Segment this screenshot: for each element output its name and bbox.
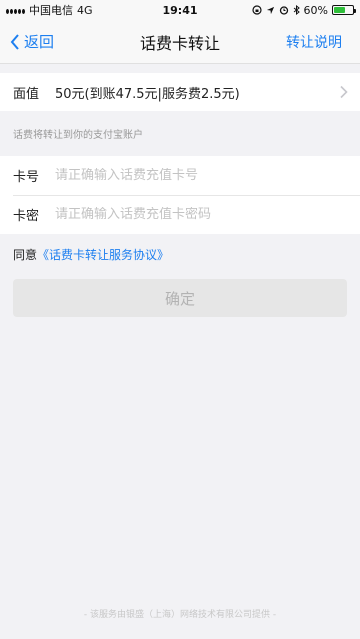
- alarm-icon: [279, 6, 288, 15]
- battery-percent: 60%: [303, 3, 328, 17]
- chevron-right-icon: [340, 85, 348, 99]
- battery-icon: [332, 5, 356, 15]
- network-label: 4G: [77, 3, 93, 17]
- transfer-hint: 话费将转让到你的支付宝账户: [13, 130, 143, 141]
- back-label: 返回: [24, 33, 55, 51]
- bluetooth-icon: [293, 5, 300, 15]
- provider-footer: - 该服务由银盛（上海）网络技术有限公司提供 -: [83, 610, 277, 620]
- agreement-row: 同意《话费卡转让服务协议》: [13, 246, 169, 263]
- nav-bar: 返回 话费卡转让 转让说明: [0, 20, 360, 64]
- card-password-label: 卡密: [13, 209, 40, 224]
- confirm-button[interactable]: 确定: [13, 279, 347, 317]
- card-password-input[interactable]: [55, 207, 315, 222]
- status-bar: 中国电信 4G 19:41 60%: [0, 0, 360, 20]
- card-number-input[interactable]: [55, 168, 315, 183]
- status-right: 60%: [251, 3, 356, 17]
- agreement-link[interactable]: 《话费卡转让服务协议》: [37, 248, 169, 262]
- status-left: 中国电信 4G: [6, 2, 93, 18]
- location-icon: [266, 6, 274, 14]
- back-button[interactable]: 返回: [10, 31, 54, 52]
- agreement-prefix: 同意: [13, 248, 38, 262]
- denomination-label: 面值: [13, 86, 40, 102]
- card-password-row: 卡密: [0, 195, 360, 234]
- card-number-row: 卡号: [0, 156, 360, 195]
- transfer-info-link[interactable]: 转让说明: [286, 32, 342, 52]
- card-number-label: 卡号: [13, 170, 40, 185]
- signal-icon: [6, 6, 25, 14]
- denomination-value: 50元(到账47.5元|服务费2.5元): [55, 86, 240, 102]
- chevron-left-icon: [10, 33, 19, 50]
- carrier-label: 中国电信: [29, 4, 73, 17]
- lock-rotation-icon: [251, 5, 262, 15]
- input-divider: [13, 195, 360, 196]
- denomination-row[interactable]: 面值 50元(到账47.5元|服务费2.5元): [0, 73, 360, 111]
